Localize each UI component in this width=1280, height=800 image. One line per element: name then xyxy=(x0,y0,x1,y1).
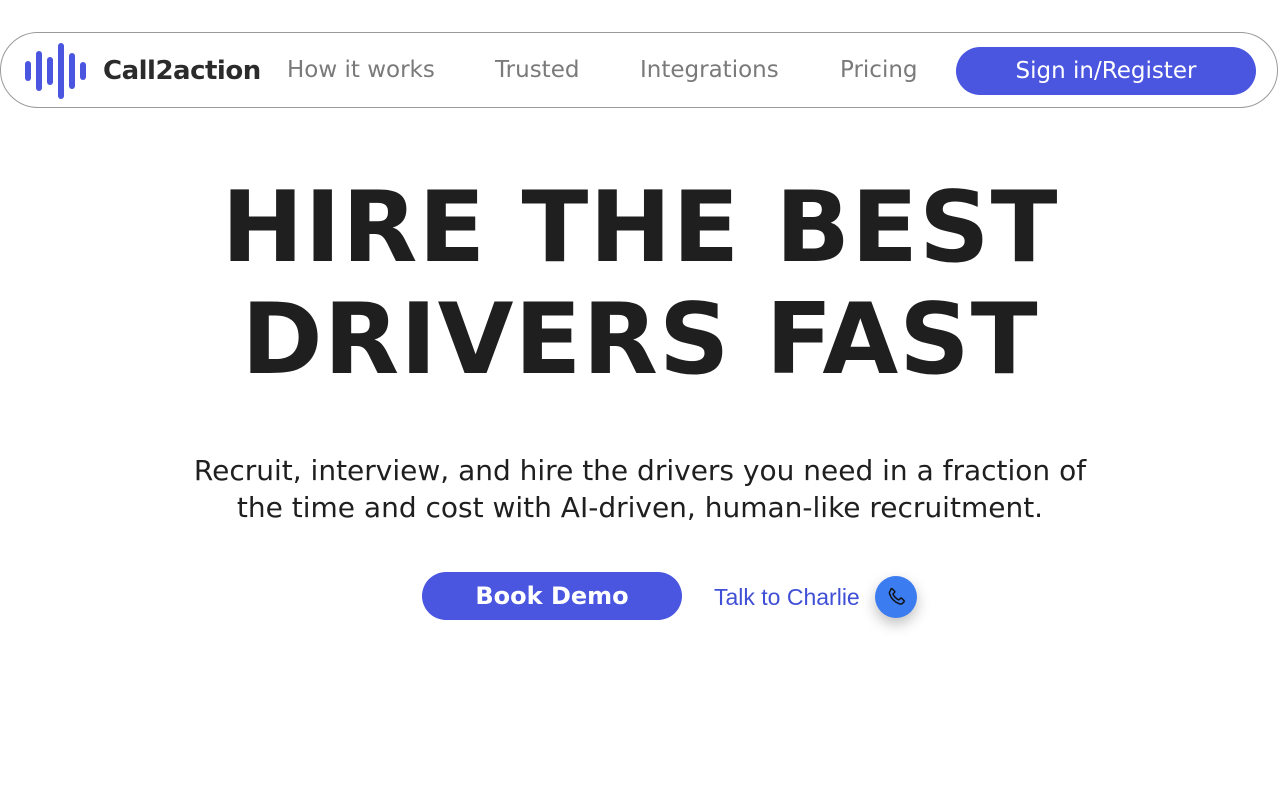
nav-link-trusted[interactable]: Trusted xyxy=(495,55,579,85)
nav-link-integrations[interactable]: Integrations xyxy=(640,55,779,85)
call-charlie-button[interactable] xyxy=(875,576,917,618)
hero-title: HIRE THE BEST DRIVERS FAST xyxy=(0,172,1280,396)
brand-logo[interactable]: Call2action xyxy=(25,43,261,99)
book-demo-button[interactable]: Book Demo xyxy=(422,572,682,620)
navbar: Call2action How it works Trusted Integra… xyxy=(0,32,1278,108)
sign-in-register-button[interactable]: Sign in/Register xyxy=(956,47,1256,95)
talk-to-charlie-link[interactable]: Talk to Charlie xyxy=(714,582,860,612)
brand-name: Call2action xyxy=(103,56,261,86)
hero-subtitle: Recruit, interview, and hire the drivers… xyxy=(140,452,1140,526)
hero-subtitle-line-1: Recruit, interview, and hire the drivers… xyxy=(193,454,1087,487)
phone-icon xyxy=(888,587,905,605)
hero-title-line-2: DRIVERS FAST xyxy=(241,283,1039,397)
landing-page: Call2action How it works Trusted Integra… xyxy=(0,0,1280,800)
nav-link-pricing[interactable]: Pricing xyxy=(840,55,918,85)
sound-wave-icon xyxy=(25,43,86,99)
nav-link-how-it-works[interactable]: How it works xyxy=(287,55,435,85)
hero-title-line-1: HIRE THE BEST xyxy=(221,171,1059,285)
hero-subtitle-line-2: the time and cost with AI-driven, human-… xyxy=(236,491,1044,524)
